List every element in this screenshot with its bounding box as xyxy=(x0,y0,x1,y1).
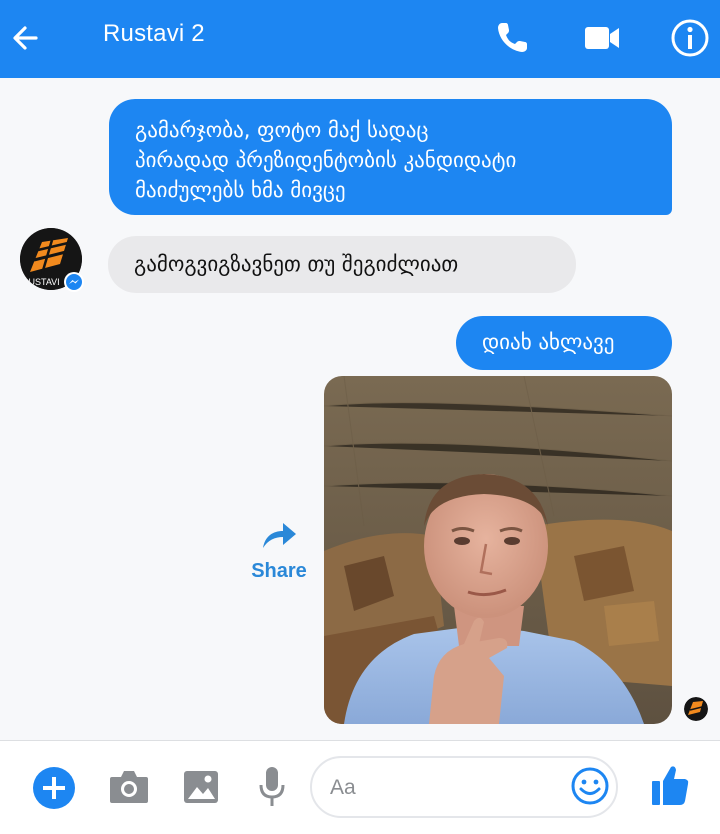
conversation-header: Rustavi 2 xyxy=(0,0,720,78)
message-input-container xyxy=(310,756,618,818)
avatar-text: RUSTAVI xyxy=(22,277,60,287)
photo-attachment[interactable] xyxy=(324,376,672,724)
plus-circle-icon[interactable] xyxy=(32,766,76,810)
message-outgoing[interactable]: დიახ ახლავე xyxy=(456,316,672,370)
arrow-left-icon[interactable] xyxy=(6,18,46,58)
message-input[interactable] xyxy=(328,770,562,806)
thumbs-up-icon[interactable] xyxy=(650,763,690,807)
info-icon[interactable] xyxy=(668,16,712,60)
message-incoming[interactable]: გამოგვიგზავნეთ თუ შეგიძლიათ xyxy=(108,236,576,293)
message-line: გამარჯობა, ფოტო მაქ სადაც xyxy=(135,118,429,142)
messenger-badge-icon xyxy=(64,272,84,292)
message-outgoing[interactable]: გამარჯობა, ფოტო მაქ სადაც პირადად პრეზიდ… xyxy=(109,99,672,215)
seen-avatar xyxy=(684,697,708,721)
camera-icon[interactable] xyxy=(108,768,150,806)
image-icon[interactable] xyxy=(182,768,220,806)
message-line: პირადად პრეზიდენტობის კანდიდატი xyxy=(135,148,517,172)
composer-bar xyxy=(0,741,720,834)
share-arrow-icon xyxy=(263,523,296,548)
microphone-icon[interactable] xyxy=(256,765,288,809)
emoji-icon[interactable] xyxy=(570,766,610,806)
share-button[interactable]: Share xyxy=(244,518,314,588)
message-line: მაიძულებს ხმა მივცე xyxy=(135,178,346,202)
rustavi-logo-icon xyxy=(684,697,708,721)
share-label: Share xyxy=(251,560,307,582)
phone-icon[interactable] xyxy=(490,16,534,60)
video-camera-icon[interactable] xyxy=(580,16,624,60)
selfie-photo xyxy=(324,376,672,724)
conversation-title[interactable]: Rustavi 2 xyxy=(103,20,205,48)
